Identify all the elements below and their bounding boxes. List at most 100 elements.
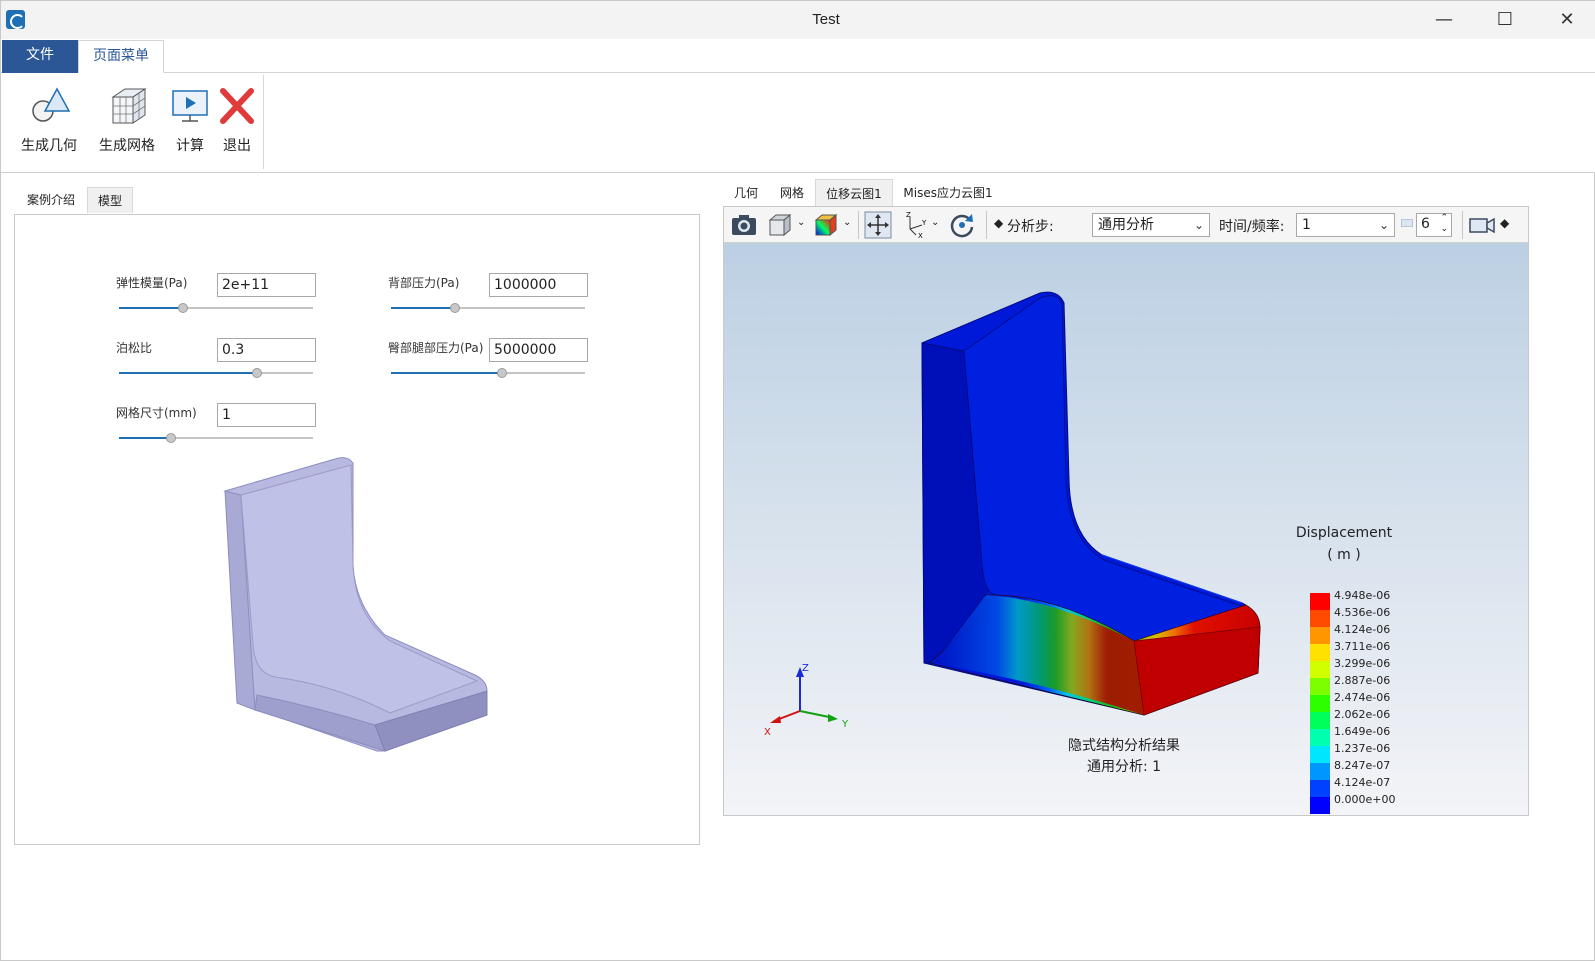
frame-indicator-icon <box>1401 219 1413 227</box>
time-frequency-select[interactable]: 1 ⌄ <box>1296 213 1395 237</box>
axis-orientation-icon[interactable]: Z Y X <box>902 211 930 239</box>
3d-viewport[interactable]: Z Y X Displacement ( m ) 4.948e-06 4.536e… <box>724 243 1528 815</box>
generate-geometry-button[interactable]: 生成几何 <box>17 83 81 155</box>
legend-title: Displacement <box>1295 525 1393 541</box>
maximize-button[interactable]: ☐ <box>1482 7 1528 33</box>
chevron-down-icon: ⌄ <box>1378 218 1389 232</box>
tab-model[interactable]: 模型 <box>87 187 133 213</box>
analysis-step-value: 通用分析 <box>1098 217 1154 233</box>
axis-z-label: Z <box>802 663 809 674</box>
chevron-down-icon[interactable]: ⌄ <box>931 217 939 228</box>
exit-button[interactable]: 退出 <box>217 83 257 155</box>
legend-swatch <box>1310 695 1330 712</box>
result-step: 通用分析: 1 <box>1086 759 1162 775</box>
pan-move-icon[interactable] <box>864 211 892 239</box>
toolbar-divider <box>1462 211 1463 239</box>
svg-text:Z: Z <box>906 211 911 219</box>
svg-text:X: X <box>918 232 923 239</box>
legend-label: 2.887e-06 <box>1334 674 1391 687</box>
analysis-step-label: 分析步: <box>1007 219 1054 235</box>
legend-label: 2.062e-06 <box>1334 708 1391 721</box>
frame-spinbox[interactable]: 6 ⌃ ⌄ <box>1416 213 1452 237</box>
legend-swatch <box>1310 746 1330 763</box>
legend-swatch <box>1310 729 1330 746</box>
legend-swatch <box>1310 780 1330 797</box>
legend-label: 1.237e-06 <box>1334 742 1391 755</box>
chevron-down-icon[interactable]: ⌄ <box>797 217 805 228</box>
hip-leg-pressure-slider[interactable] <box>391 368 585 378</box>
result-title: 隐式结构分析结果 <box>1068 738 1180 754</box>
monitor-play-icon <box>172 90 208 122</box>
poisson-ratio-input[interactable] <box>217 338 316 362</box>
view-cube-icon[interactable] <box>766 211 794 239</box>
analysis-step-select[interactable]: 通用分析 ⌄ <box>1092 213 1210 237</box>
compute-label: 计算 <box>176 138 204 154</box>
coordinate-triad: Z Y X <box>764 663 849 738</box>
generate-mesh-label: 生成网格 <box>99 138 155 154</box>
legend-labels: 4.948e-06 4.536e-06 4.124e-06 3.711e-06 3.29… <box>1334 587 1395 808</box>
poisson-ratio-slider[interactable] <box>119 368 313 378</box>
elastic-modulus-label: 弹性模量(Pa) <box>116 276 188 290</box>
legend-swatch <box>1310 797 1330 814</box>
back-pressure-input[interactable] <box>489 273 588 297</box>
generate-mesh-button[interactable]: 生成网格 <box>95 83 159 155</box>
tab-displacement-contour[interactable]: 位移云图1 <box>815 179 893 207</box>
legend-label: 2.474e-06 <box>1334 691 1391 704</box>
window-title: Test <box>812 11 840 28</box>
legend-swatch <box>1310 763 1330 780</box>
close-button[interactable]: ✕ <box>1544 7 1590 33</box>
mesh-size-input[interactable] <box>217 403 316 427</box>
legend-label: 0.000e+00 <box>1334 793 1396 806</box>
hip-leg-pressure-label: 臀部腿部压力(Pa) <box>388 341 484 355</box>
camera-screenshot-icon[interactable] <box>730 211 758 239</box>
legend-unit: ( m ) <box>1327 547 1361 563</box>
geometry-icon <box>32 87 71 122</box>
mesh-size-slider[interactable] <box>119 433 313 443</box>
minimize-button[interactable]: — <box>1421 7 1467 33</box>
compute-button[interactable]: 计算 <box>170 83 210 155</box>
seat-model-preview <box>223 457 488 752</box>
step-nav-icon[interactable]: ◆ <box>994 216 1003 230</box>
tab-mesh[interactable]: 网格 <box>769 179 815 207</box>
ribbon-divider <box>263 75 264 169</box>
svg-text:Y: Y <box>921 219 927 227</box>
legend-swatch <box>1310 627 1330 644</box>
tab-mises-contour[interactable]: Mises应力云图1 <box>893 179 1003 207</box>
video-record-icon[interactable] <box>1468 211 1496 239</box>
app-window: Test — ☐ ✕ 文件 页面菜单 生成几何 生成网格 计算 退出 案例介绍 … <box>0 0 1595 961</box>
elastic-modulus-input[interactable] <box>217 273 316 297</box>
legend-label: 4.948e-06 <box>1334 589 1391 602</box>
chevron-down-icon[interactable]: ⌄ <box>843 217 851 228</box>
spin-arrows-icon[interactable]: ⌃ ⌄ <box>1440 213 1448 235</box>
legend-swatch <box>1310 661 1330 678</box>
more-options-icon[interactable]: ◆ <box>1500 216 1509 230</box>
toolbar-divider <box>986 211 987 239</box>
mesh-size-label: 网格尺寸(mm) <box>116 406 197 420</box>
time-frequency-value: 1 <box>1302 217 1311 233</box>
time-frequency-label: 时间/频率: <box>1219 219 1285 235</box>
tab-geometry[interactable]: 几何 <box>723 179 769 207</box>
legend-swatch <box>1310 678 1330 695</box>
legend-swatch <box>1310 712 1330 729</box>
legend-swatch <box>1310 593 1330 610</box>
back-pressure-slider[interactable] <box>391 303 585 313</box>
result-panel: ⌄ ⌄ Z Y X ⌄ ◆ 分析步: 通用分析 ⌄ 时间/频率: 1 ⌄ 6 ⌃… <box>723 206 1529 816</box>
exit-label: 退出 <box>223 138 251 154</box>
axis-x-label: X <box>764 727 771 738</box>
mesh-cube-icon <box>111 88 147 124</box>
legend-label: 4.124e-07 <box>1334 776 1391 789</box>
rotate-view-icon[interactable] <box>948 211 976 239</box>
tab-page-menu[interactable]: 页面菜单 <box>78 40 164 73</box>
tab-file[interactable]: 文件 <box>2 40 78 73</box>
contour-display-icon[interactable] <box>812 211 840 239</box>
frame-spinbox-value: 6 <box>1421 216 1430 232</box>
ribbon: 生成几何 生成网格 计算 退出 <box>1 73 1595 173</box>
axis-y-label: Y <box>841 719 849 730</box>
red-x-icon <box>220 88 254 124</box>
generate-geometry-label: 生成几何 <box>21 138 77 154</box>
elastic-modulus-slider[interactable] <box>119 303 313 313</box>
tab-case-intro[interactable]: 案例介绍 <box>15 187 87 213</box>
legend-label: 3.711e-06 <box>1334 640 1391 653</box>
chevron-down-icon: ⌄ <box>1193 218 1204 232</box>
hip-leg-pressure-input[interactable] <box>489 338 588 362</box>
